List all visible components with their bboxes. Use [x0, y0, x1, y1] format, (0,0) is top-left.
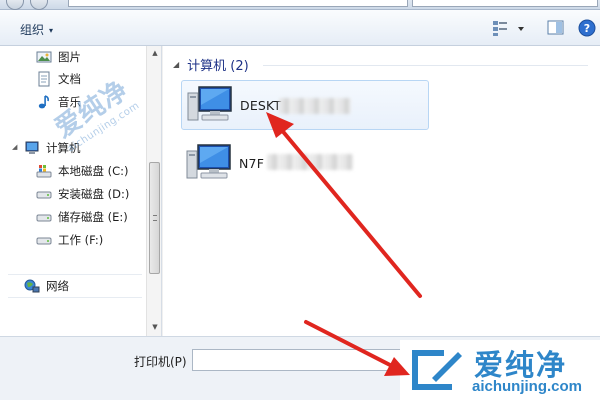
group-divider: [263, 65, 588, 66]
collapse-arrow-icon[interactable]: ◢: [12, 143, 17, 151]
search-box[interactable]: [412, 0, 598, 7]
nav-item-label: 储存磁盘 (E:): [58, 210, 128, 224]
content-area: ◢ 计算机 (2) DESKT N7F: [163, 46, 600, 336]
collapse-arrow-icon[interactable]: ◢: [173, 60, 179, 69]
nav-item-label: 图片: [58, 50, 81, 64]
address-bar-strip: [0, 0, 600, 10]
organize-label: 组织: [20, 23, 45, 37]
help-icon: ?: [578, 19, 596, 37]
preview-pane-icon: [547, 20, 564, 35]
documents-library-icon: [38, 71, 50, 87]
network-icon: [24, 279, 40, 293]
hard-drive-icon: [36, 237, 52, 245]
hard-drive-icon: [36, 214, 52, 222]
pictures-library-icon: [36, 51, 52, 63]
watermark-logo: 爱纯净 aichunjing.com: [400, 340, 600, 400]
nav-item-drive-f[interactable]: 工作 (F:): [36, 230, 103, 250]
help-button[interactable]: ?: [578, 19, 596, 37]
hard-drive-icon: [36, 191, 52, 199]
forward-button[interactable]: [30, 0, 48, 10]
preview-pane-button[interactable]: [546, 19, 566, 37]
views-icon: [493, 21, 524, 36]
group-header-computer[interactable]: ◢ 计算机 (2): [173, 55, 249, 74]
nav-item-drive-d[interactable]: 安装磁盘 (D:): [36, 184, 129, 204]
nav-item-label: 本地磁盘 (C:): [58, 164, 129, 178]
group-title: 计算机 (2): [187, 59, 249, 74]
grip-icon: [153, 215, 157, 221]
address-bar[interactable]: [68, 0, 408, 7]
nav-scrollbar[interactable]: ▲ ▼: [146, 46, 161, 336]
nav-item-computer[interactable]: ◢ 计算机: [12, 138, 81, 158]
chevron-down-icon: ▾: [49, 26, 54, 35]
nav-item-label: 工作 (F:): [58, 233, 104, 247]
windows-drive-icon: [36, 165, 52, 178]
computer-monitor-icon: [186, 144, 231, 179]
scroll-down-icon[interactable]: ▼: [150, 322, 160, 332]
computer-monitor-icon: [187, 86, 232, 121]
navigation-pane: 图片 文档 音乐 ◢ 计算机 本地磁盘 (C:) 安装磁盘 (D:) 储存磁盘 …: [0, 46, 162, 336]
logo-text-en: aichunjing.com: [472, 378, 583, 395]
svg-text:?: ?: [584, 22, 590, 35]
logo-mark-icon: [412, 350, 462, 390]
scroll-up-icon[interactable]: ▲: [150, 48, 160, 58]
change-view-button[interactable]: [492, 19, 526, 37]
printer-input[interactable]: [192, 349, 412, 371]
command-toolbar: 组织 ▾ ?: [0, 10, 600, 46]
organize-menu-button[interactable]: 组织 ▾: [20, 21, 53, 38]
music-note-icon: [38, 95, 49, 109]
back-button[interactable]: [6, 0, 24, 10]
nav-item-label: 文档: [58, 72, 81, 86]
nav-item-label: 计算机: [46, 141, 81, 155]
nav-item-pictures[interactable]: 图片: [36, 47, 81, 67]
nav-item-documents[interactable]: 文档: [36, 69, 81, 89]
nav-item-network[interactable]: 网络: [24, 276, 69, 296]
redacted-name-blur: [279, 98, 351, 114]
nav-item-label: 安装磁盘 (D:): [58, 187, 130, 201]
nav-item-drive-c[interactable]: 本地磁盘 (C:): [36, 161, 129, 181]
computer-name-label: N7F: [239, 155, 265, 171]
computer-icon: [25, 141, 39, 154]
printer-label: 打印机(P): [134, 355, 187, 369]
nav-item-label: 音乐: [58, 95, 81, 109]
computer-name-label: DESKT: [240, 97, 282, 113]
nav-item-drive-e[interactable]: 储存磁盘 (E:): [36, 207, 128, 227]
nav-item-music[interactable]: 音乐: [36, 92, 81, 112]
redacted-name-blur: [267, 154, 353, 170]
scroll-thumb[interactable]: [149, 162, 160, 274]
nav-item-label: 网络: [46, 279, 69, 293]
